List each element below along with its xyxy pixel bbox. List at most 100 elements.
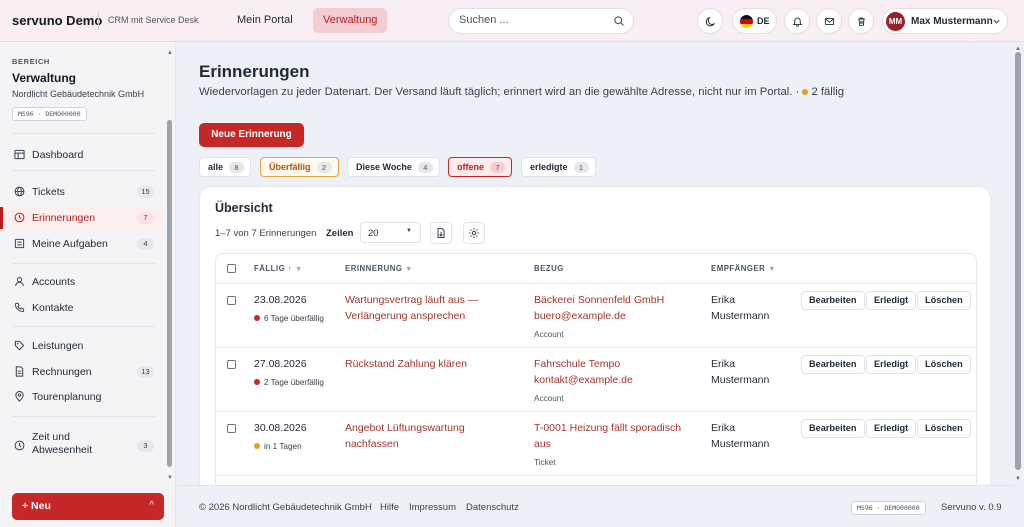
trash-icon xyxy=(857,17,865,26)
dashboard-icon xyxy=(14,149,25,160)
column-label: BEZUG xyxy=(534,264,564,273)
filter-all[interactable]: alle 8 xyxy=(199,157,252,177)
column-settings-button[interactable] xyxy=(463,222,485,244)
sidebar-item-invoices[interactable]: Rechnungen 13 xyxy=(0,361,164,383)
card-title: Übersicht xyxy=(215,201,273,215)
sidebar-item-label-line2: Abwesenheit xyxy=(32,444,93,456)
footer-link-imprint[interactable]: Impressum xyxy=(409,502,456,513)
column-header-reminder[interactable]: ERINNERUNG ▼ xyxy=(345,264,413,273)
sidebar-scrollbar[interactable] xyxy=(167,120,172,467)
bell-icon xyxy=(792,17,802,27)
delete-button[interactable]: Löschen xyxy=(917,291,971,310)
sidebar-item-reminders[interactable]: Erinnerungen 7 xyxy=(0,207,164,229)
brand-subtitle: CRM mit Service Desk xyxy=(108,15,199,25)
overview-card: Übersicht 1–7 von 7 Erinnerungen Zeilen … xyxy=(199,186,991,485)
row-checkbox[interactable] xyxy=(227,296,236,305)
reference-link[interactable]: Bäckerei Sonnenfeld GmbH buero@example.d… xyxy=(534,292,694,324)
clock-icon xyxy=(14,440,25,451)
sidebar-divider xyxy=(12,133,155,134)
rows-select-value: 20 xyxy=(368,228,379,239)
new-button[interactable]: + Neu ^ xyxy=(12,493,164,520)
map-pin-icon xyxy=(15,391,24,402)
sidebar-item-my-tasks[interactable]: Meine Aufgaben 4 xyxy=(0,233,164,255)
reminder-title-link[interactable]: Angebot Lüftungswartung nachfassen xyxy=(345,420,505,452)
reminder-title-link[interactable]: Wartungsvertrag läuft aus — Verlängerung… xyxy=(345,292,505,324)
sidebar-item-label: Tickets xyxy=(32,186,65,198)
mark-done-button[interactable]: Erledigt xyxy=(866,291,917,310)
sidebar-item-label: Accounts xyxy=(32,276,76,288)
clock-icon xyxy=(14,212,25,223)
edit-button[interactable]: Bearbeiten xyxy=(801,355,865,374)
nav-my-portal[interactable]: Mein Portal xyxy=(227,8,303,33)
select-all-checkbox[interactable] xyxy=(227,264,236,273)
language-switcher[interactable]: DE xyxy=(732,8,777,34)
sidebar-item-route-planning[interactable]: Tourenplanung xyxy=(0,386,164,408)
due-date: 30.08.2026 xyxy=(254,422,307,434)
filter-overdue[interactable]: Überfällig 2 xyxy=(260,157,339,177)
edit-button[interactable]: Bearbeiten xyxy=(801,291,865,310)
dark-mode-button[interactable] xyxy=(697,8,723,34)
upcoming-dot xyxy=(254,443,260,450)
footer: © 2026 Nordlicht Gebäudetechnik GmbH Hil… xyxy=(177,485,1013,527)
reminder-title-link[interactable]: Rückstand Zahlung klären xyxy=(345,356,505,372)
reference-type: Account xyxy=(534,394,564,403)
sidebar-item-tickets[interactable]: Tickets 15 xyxy=(0,181,164,203)
sidebar-section-label: BEREICH xyxy=(12,57,50,66)
user-menu[interactable]: MM Max Mustermann xyxy=(882,8,1008,34)
delete-button[interactable]: Löschen xyxy=(917,355,971,374)
footer-copyright: © 2026 Nordlicht Gebäudetechnik GmbH xyxy=(199,502,372,513)
column-label: ERINNERUNG xyxy=(345,264,403,273)
new-reminder-button[interactable]: Neue Erinnerung xyxy=(199,123,304,147)
due-status-text: 6 Tage überfällig xyxy=(264,314,324,323)
reference-link[interactable]: T-0001 Heizung fällt sporadisch aus xyxy=(534,420,694,452)
range-text: 1–7 von 7 Erinnerungen xyxy=(215,228,317,239)
reference-link[interactable]: Fahrschule Tempo kontakt@example.de xyxy=(534,356,694,388)
delete-button[interactable]: Löschen xyxy=(917,419,971,438)
due-status: 6 Tage überfällig xyxy=(254,311,324,327)
nav-administration[interactable]: Verwaltung xyxy=(313,8,388,33)
scroll-down-arrow[interactable]: ▼ xyxy=(166,475,174,481)
tenant-tag: MS96 · DEMO00000 xyxy=(12,107,87,121)
filter-open[interactable]: offene 7 xyxy=(448,157,512,177)
sidebar-item-contacts[interactable]: Kontakte xyxy=(0,297,164,319)
column-label: FÄLLIG xyxy=(254,264,286,273)
search-box[interactable] xyxy=(448,8,634,34)
row-checkbox[interactable] xyxy=(227,360,236,369)
row-checkbox[interactable] xyxy=(227,424,236,433)
notifications-button[interactable] xyxy=(784,8,810,34)
column-header-recipient[interactable]: EMPFÄNGER ▼ xyxy=(711,264,776,273)
edit-button[interactable]: Bearbeiten xyxy=(801,419,865,438)
filter-this-week[interactable]: Diese Woche 4 xyxy=(347,157,440,177)
column-header-reference[interactable]: BEZUG xyxy=(534,264,564,273)
table-row xyxy=(216,476,976,485)
due-date: 23.08.2026 xyxy=(254,294,307,306)
sidebar-item-label: Rechnungen xyxy=(32,366,92,378)
messages-button[interactable] xyxy=(816,8,842,34)
german-flag-icon xyxy=(740,15,753,28)
sidebar-item-label: Kontakte xyxy=(32,302,74,314)
column-header-due[interactable]: FÄLLIG ↑ ▼ xyxy=(254,264,303,273)
trash-button[interactable] xyxy=(848,8,874,34)
main-scrollbar[interactable] xyxy=(1015,52,1021,470)
brand-name[interactable]: servuno Demo xyxy=(12,13,102,28)
search-input[interactable] xyxy=(459,14,609,26)
export-button[interactable] xyxy=(430,222,452,244)
sidebar-item-accounts[interactable]: Accounts xyxy=(0,271,164,293)
tag-icon xyxy=(14,340,25,351)
recipient: Erika Mustermann xyxy=(711,294,770,322)
moon-icon xyxy=(705,16,715,26)
main-scroll-down-arrow[interactable]: ▼ xyxy=(1014,476,1022,482)
rows-per-page-select[interactable]: 20 ▼ xyxy=(360,222,421,243)
sidebar-item-time-absence[interactable]: Zeit und Abwesenheit 3 xyxy=(0,429,164,463)
scroll-up-arrow[interactable]: ▲ xyxy=(166,50,174,56)
filter-label: erledigte xyxy=(530,162,568,172)
sidebar-item-services[interactable]: Leistungen xyxy=(0,335,164,357)
filter-done[interactable]: erledigte 1 xyxy=(521,157,596,177)
mark-done-button[interactable]: Erledigt xyxy=(866,355,917,374)
filter-count: 7 xyxy=(490,162,505,173)
sidebar-item-dashboard[interactable]: Dashboard xyxy=(0,144,164,166)
footer-link-privacy[interactable]: Datenschutz xyxy=(466,502,519,513)
search-icon[interactable] xyxy=(613,15,625,27)
footer-link-help[interactable]: Hilfe xyxy=(380,502,399,513)
mark-done-button[interactable]: Erledigt xyxy=(866,419,917,438)
